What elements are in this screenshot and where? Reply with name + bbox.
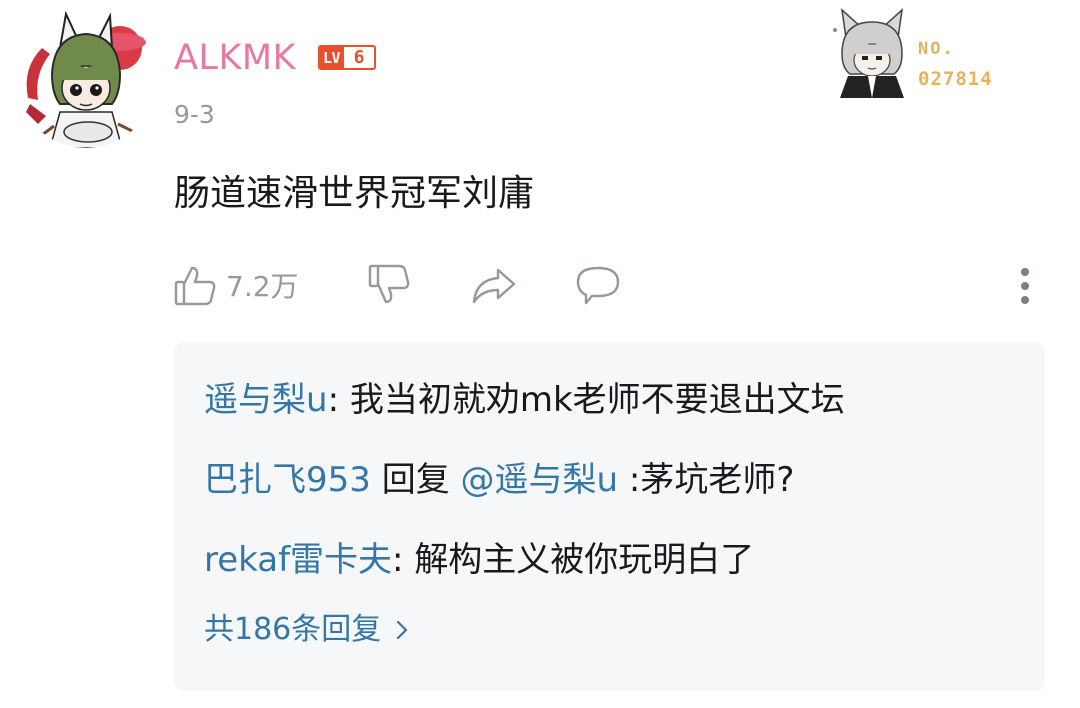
level-badge: LV 6 — [318, 45, 376, 70]
reply-button[interactable] — [574, 258, 622, 312]
dislike-button[interactable] — [366, 258, 412, 312]
comment-bubble-icon — [574, 262, 622, 308]
level-prefix: LV — [320, 47, 345, 68]
user-avatar[interactable] — [16, 8, 156, 148]
reply-username[interactable]: 巴扎飞953 — [204, 460, 371, 500]
reply-text: :茅坑老师? — [618, 460, 795, 500]
username[interactable]: ALKMK — [174, 38, 296, 78]
replies-panel: 遥与梨u: 我当初就劝mk老师不要退出文坛 巴扎飞953 回复 @遥与梨u :茅… — [174, 342, 1045, 691]
reply-username[interactable]: 遥与梨u — [204, 380, 328, 420]
thumbs-up-icon — [172, 262, 218, 308]
comment-text: 肠道速滑世界冠军刘庸 — [174, 173, 535, 214]
chevron-right-icon — [395, 618, 409, 642]
share-icon — [470, 262, 518, 308]
reply-item[interactable]: 遥与梨u: 我当初就劝mk老师不要退出文坛 — [204, 378, 845, 422]
thumbs-down-icon — [366, 262, 412, 308]
like-button[interactable]: 7.2万 — [172, 258, 299, 312]
level-number: 6 — [353, 47, 365, 68]
fan-badge-avatar — [832, 8, 912, 98]
fan-badge[interactable]: NO. 027814 — [832, 8, 1017, 98]
share-button[interactable] — [470, 258, 518, 312]
reply-item[interactable]: rekaf雷卡夫: 解构主义被你玩明白了 — [204, 538, 754, 582]
reply-item[interactable]: 巴扎飞953 回复 @遥与梨u :茅坑老师? — [204, 458, 794, 502]
more-button[interactable] — [1015, 258, 1035, 312]
comment-date: 9-3 — [174, 100, 215, 129]
reply-text: 解构主义被你玩明白了 — [414, 540, 755, 580]
view-all-label: 共186条回复 — [204, 612, 382, 647]
reply-separator: : — [392, 540, 415, 580]
fan-badge-number: 027814 — [918, 68, 993, 90]
reply-word: 回复 — [370, 460, 461, 500]
reply-mention[interactable]: @遥与梨u — [461, 460, 619, 500]
reply-separator: : — [327, 380, 350, 420]
reply-text: 我当初就劝mk老师不要退出文坛 — [349, 380, 845, 420]
like-count: 7.2万 — [226, 270, 299, 303]
more-vertical-icon — [1015, 262, 1035, 308]
comment-action-bar: 7.2万 — [170, 258, 1050, 312]
reply-username[interactable]: rekaf雷卡夫 — [204, 540, 392, 580]
view-all-replies-link[interactable]: 共186条回复 — [204, 610, 409, 650]
fan-badge-label: NO. — [918, 39, 955, 59]
